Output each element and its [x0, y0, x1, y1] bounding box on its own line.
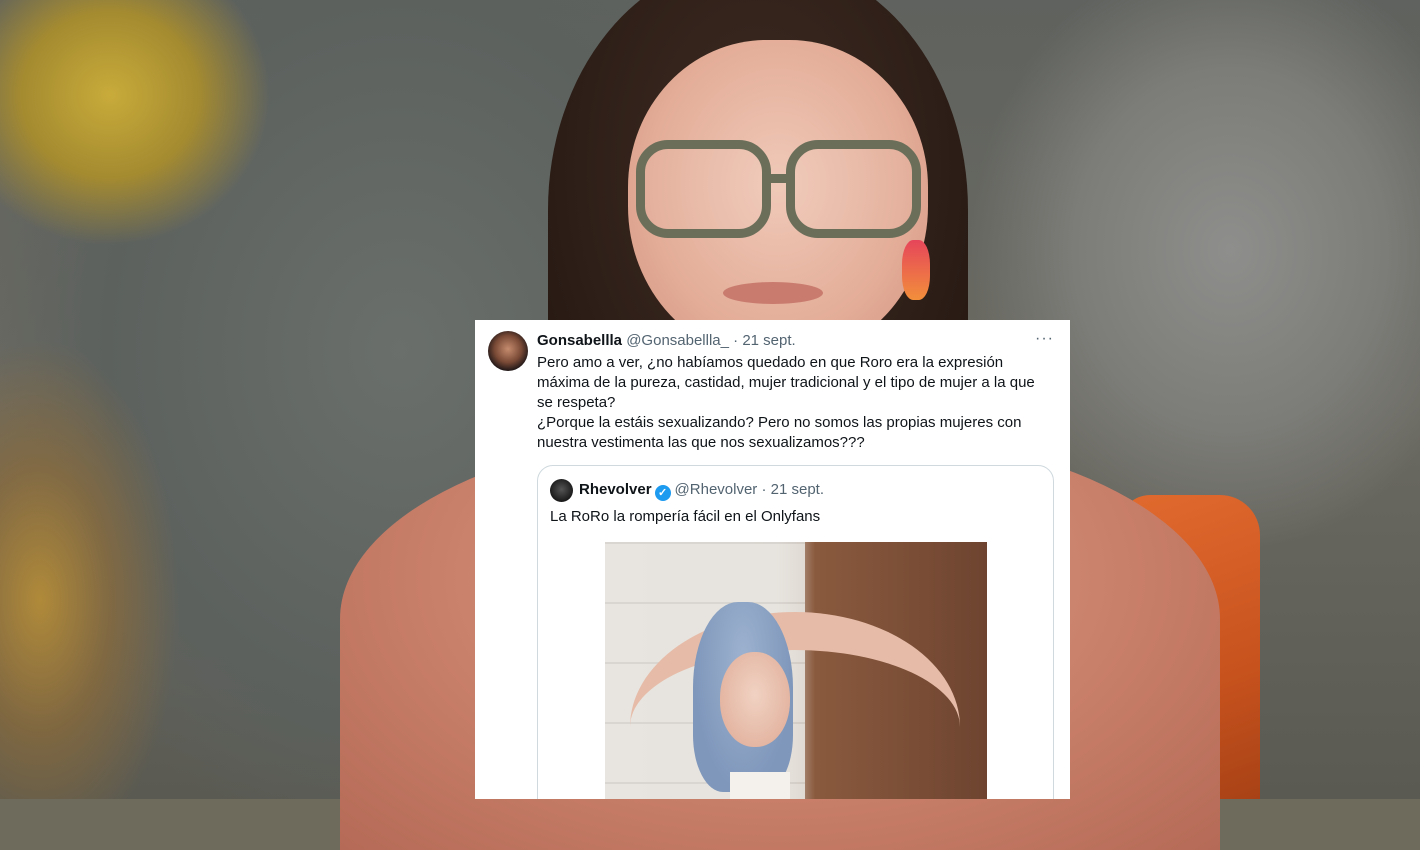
photo-face [720, 652, 790, 747]
quoted-tweet-text: La RoRo la rompería fácil en el Onlyfans [550, 508, 821, 525]
quoted-author-name[interactable]: Rhevolver [579, 481, 652, 498]
photo-top [730, 772, 790, 799]
verified-badge-icon: ✓ [654, 485, 671, 501]
tweet-line: nuestra vestimenta las que nos sexualiza… [537, 434, 865, 451]
quoted-tweet-date[interactable]: · 21 sept. [761, 481, 824, 498]
glasses-left-lens [636, 140, 771, 238]
glasses [636, 140, 926, 240]
author-avatar[interactable] [488, 331, 528, 371]
person-mouth [723, 282, 823, 304]
earring [902, 240, 930, 300]
tweet-date[interactable]: · 21 sept. [733, 332, 796, 349]
more-options-icon[interactable]: ··· [1035, 330, 1054, 348]
tweet-header: Gonsabellla @Gonsabellla_ · 21 sept. [537, 332, 796, 349]
quoted-tweet-photo[interactable] [605, 542, 987, 799]
glasses-right-lens [786, 140, 921, 238]
quoted-author-avatar[interactable] [550, 479, 573, 502]
tweet-line: se respeta? [537, 394, 616, 411]
author-name[interactable]: Gonsabellla [537, 332, 622, 349]
tweet-line: ¿Porque la estáis sexualizando? Pero no … [537, 414, 1022, 431]
quoted-tweet[interactable]: Rhevolver ✓ @Rhevolver · 21 sept. La RoRo … [537, 465, 1054, 799]
tweet-line: Pero amo a ver, ¿no habíamos quedado en … [537, 354, 1004, 371]
tweet-line: máxima de la pureza, castidad, mujer tra… [537, 374, 1035, 391]
tweet-card[interactable]: Gonsabellla @Gonsabellla_ · 21 sept. ···… [475, 320, 1070, 799]
author-handle[interactable]: @Gonsabellla_ [626, 332, 729, 349]
quoted-author-handle[interactable]: @Rhevolver [675, 481, 758, 498]
tweet-text: Pero amo a ver, ¿no habíamos quedado en … [537, 353, 1057, 453]
quoted-tweet-header: Rhevolver ✓ @Rhevolver · 21 sept. [579, 481, 824, 501]
